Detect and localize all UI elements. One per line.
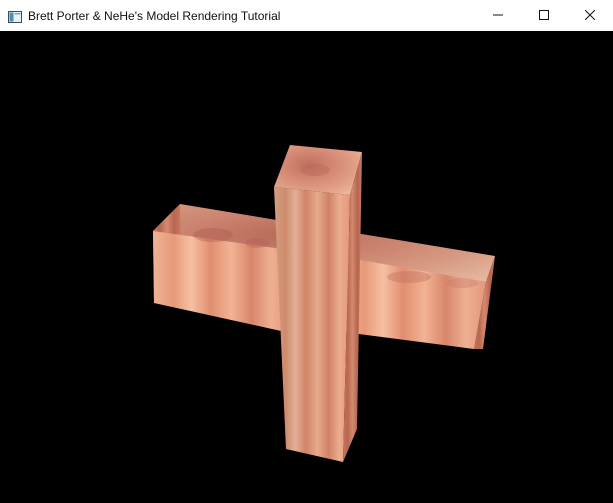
close-button[interactable] (567, 0, 613, 31)
window-title: Brett Porter & NeHe's Model Rendering Tu… (28, 8, 281, 23)
minimize-icon (493, 9, 503, 23)
cross-model (153, 145, 495, 462)
title-bar[interactable]: Brett Porter & NeHe's Model Rendering Tu… (0, 0, 613, 31)
close-icon (584, 9, 596, 23)
app-window-icon (8, 10, 22, 23)
maximize-icon (539, 9, 549, 23)
app-window: Brett Porter & NeHe's Model Rendering Tu… (0, 0, 613, 503)
post-shading (274, 187, 350, 462)
window-controls (475, 0, 613, 31)
maximize-button[interactable] (521, 0, 567, 31)
minimize-button[interactable] (475, 0, 521, 31)
render-viewport[interactable] (0, 31, 613, 503)
